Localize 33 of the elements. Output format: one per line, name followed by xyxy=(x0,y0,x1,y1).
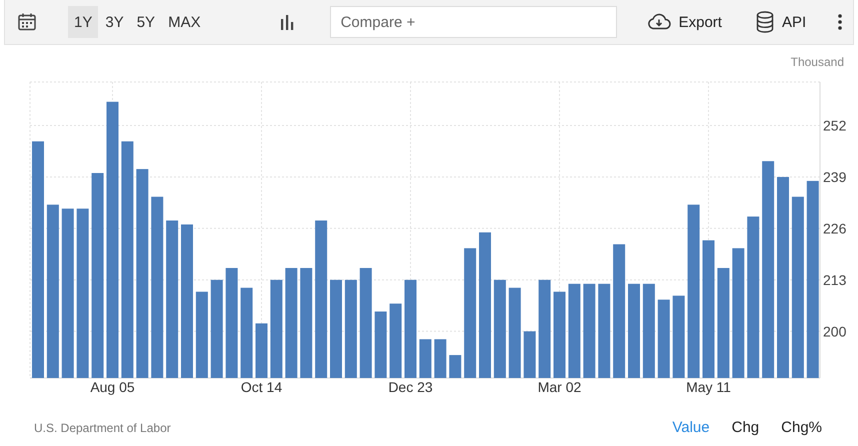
y-axis-label: 200 xyxy=(823,323,846,340)
calendar-icon[interactable] xyxy=(18,13,36,31)
bar-chart-icon[interactable] xyxy=(280,14,294,30)
y-axis-label: 226 xyxy=(823,220,846,236)
database-icon xyxy=(756,11,774,33)
source-text: U.S. Department of Labor xyxy=(34,420,171,434)
bar xyxy=(419,339,432,378)
bar xyxy=(256,323,268,378)
bar xyxy=(374,312,387,378)
x-axis-label: May 11 xyxy=(686,379,731,395)
x-axis-label: Mar 02 xyxy=(538,379,582,395)
compare-field[interactable]: Compare + xyxy=(330,6,617,38)
action-button[interactable]: API xyxy=(756,7,806,37)
bar xyxy=(524,331,536,378)
y-axis-label: 213 xyxy=(823,272,846,288)
bar xyxy=(434,339,446,378)
bar xyxy=(449,355,462,378)
range-button[interactable]: 5Y xyxy=(130,6,162,38)
x-axis-label: Dec 23 xyxy=(388,379,433,395)
more-menu-icon[interactable] xyxy=(838,14,842,30)
mode-tab[interactable]: Value xyxy=(666,419,716,436)
y-axis-label: 239 xyxy=(823,168,846,185)
action-button[interactable]: Export xyxy=(646,7,722,37)
x-axis-label: Aug 05 xyxy=(90,379,135,395)
mode-tab[interactable]: Chg% xyxy=(775,419,828,436)
cloud-download-icon xyxy=(646,13,671,31)
y-axis-label: 252 xyxy=(823,118,846,134)
range-button[interactable]: 3Y xyxy=(99,6,130,38)
range-button[interactable]: MAX xyxy=(162,6,207,38)
x-axis-label: Oct 14 xyxy=(240,379,282,395)
unit-label: Thousand xyxy=(790,55,844,69)
mode-tab[interactable]: Chg xyxy=(726,419,766,436)
range-button[interactable]: 1Y xyxy=(68,6,98,38)
